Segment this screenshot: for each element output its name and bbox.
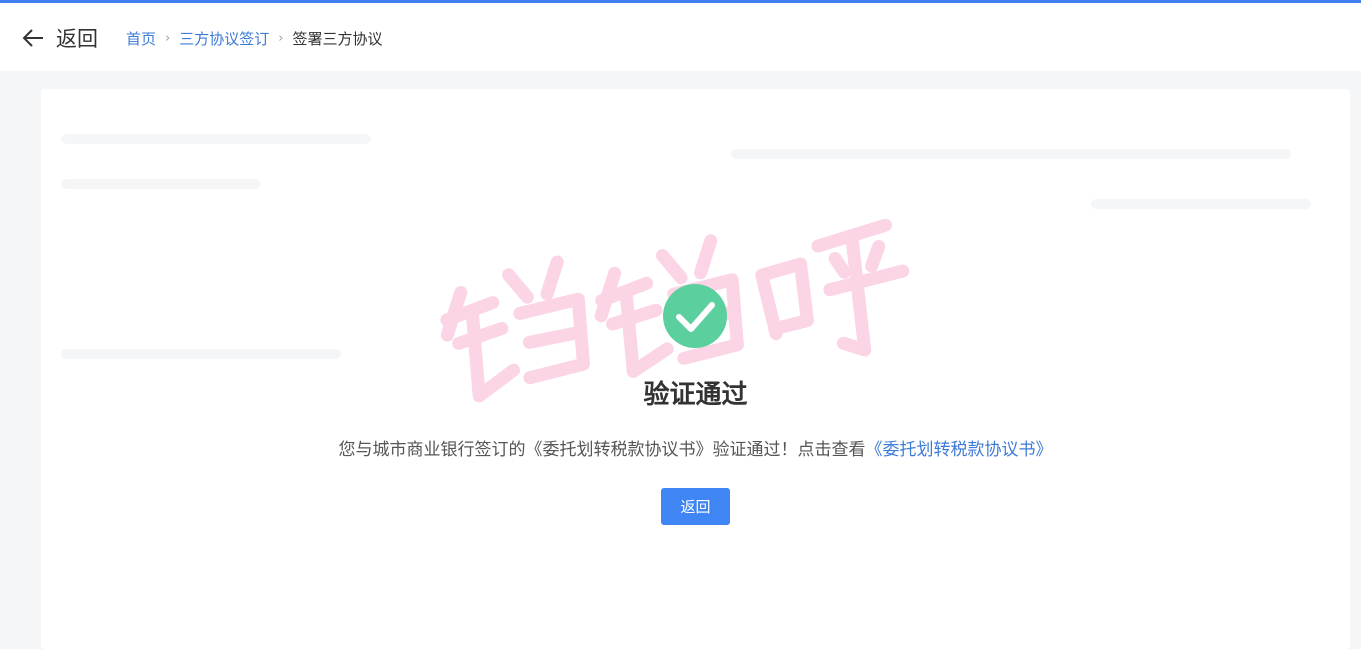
breadcrumb-item-agreement[interactable]: 三方协议签订 xyxy=(179,28,269,49)
result-description-text: 您与城市商业银行签订的《委托划转税款协议书》验证通过！点击查看 xyxy=(338,440,866,460)
check-circle-icon xyxy=(661,282,729,350)
result-description: 您与城市商业银行签订的《委托划转税款协议书》验证通过！点击查看《委托划转税款协议… xyxy=(41,435,1350,460)
background-ghost xyxy=(61,179,261,189)
breadcrumb-item-home[interactable]: 首页 xyxy=(126,28,156,49)
background-ghost xyxy=(731,149,1291,159)
breadcrumb: 首页 › 三方协议签订 › 签署三方协议 xyxy=(126,27,382,49)
result-title: 验证通过 xyxy=(643,380,748,410)
back-label: 返回 xyxy=(56,27,98,51)
back-link[interactable]: 返回 xyxy=(22,23,98,53)
chevron-right-icon: › xyxy=(165,30,171,46)
page-header: 返回 首页 › 三方协议签订 › 签署三方协议 xyxy=(0,3,1361,71)
breadcrumb-current: 签署三方协议 xyxy=(292,29,383,48)
chevron-right-icon: › xyxy=(278,30,284,46)
result-card: 验证通过 您与城市商业银行签订的《委托划转税款协议书》验证通过！点击查看《委托划… xyxy=(41,89,1350,649)
background-ghost xyxy=(1091,199,1311,209)
agreement-document-link[interactable]: 《委托划转税款协议书》 xyxy=(866,440,1053,460)
background-ghost xyxy=(61,349,341,359)
return-button[interactable]: 返回 xyxy=(661,488,730,525)
background-ghost xyxy=(61,134,371,144)
arrow-left-icon xyxy=(22,27,44,49)
